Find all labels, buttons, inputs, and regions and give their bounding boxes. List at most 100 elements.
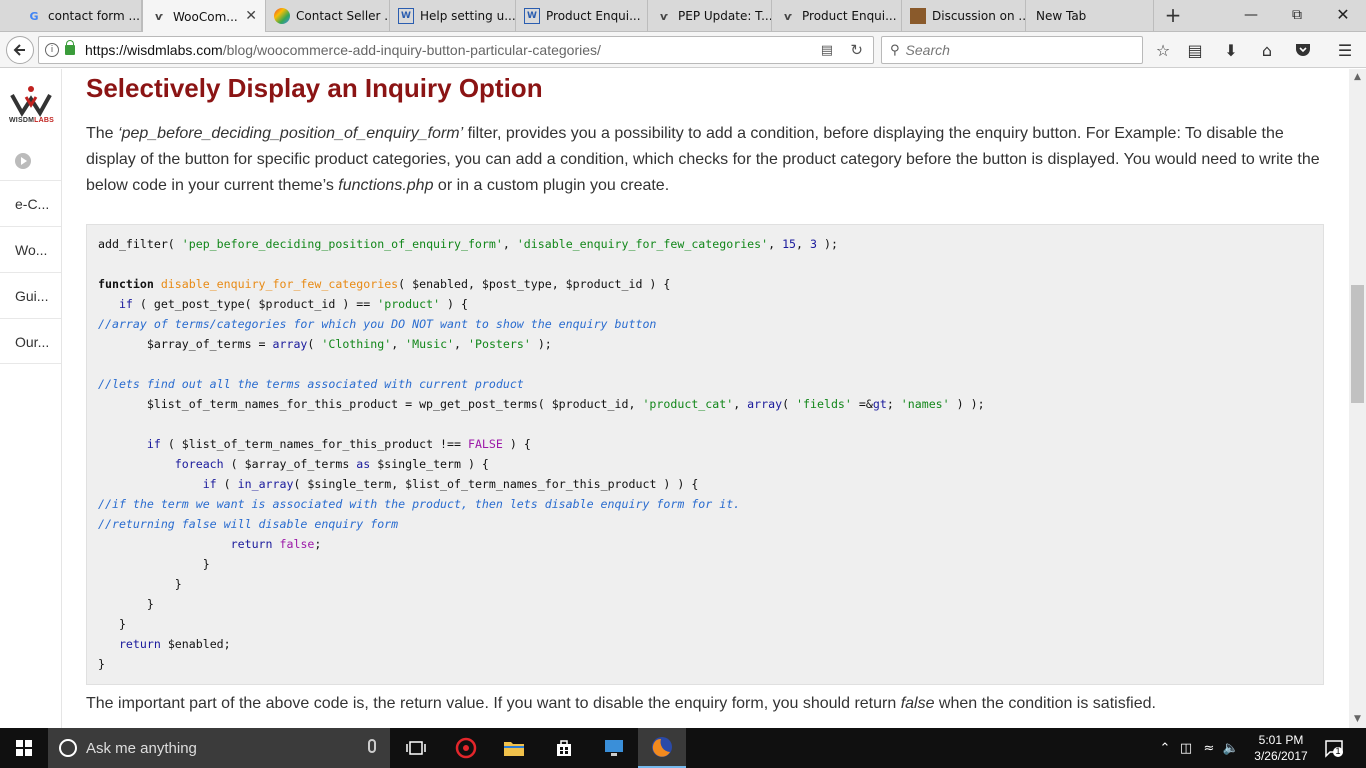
shopping-bag-icon bbox=[557, 740, 571, 756]
tab-2[interactable]: Contact Seller ... bbox=[266, 0, 390, 32]
download-icon[interactable]: ⬇ bbox=[1219, 38, 1243, 62]
tab-5[interactable]: ѵ PEP Update: T... bbox=[648, 0, 772, 32]
pocket-shape bbox=[1296, 44, 1310, 56]
sidebar-item-woocommerce[interactable]: Wo... bbox=[0, 226, 61, 272]
url-text: https://wisdmlabs.com/blog/woocommerce-a… bbox=[85, 42, 601, 58]
firefox-icon[interactable] bbox=[638, 728, 686, 768]
arrow-left-icon bbox=[13, 44, 25, 56]
tab-title: Help setting u... bbox=[420, 9, 516, 23]
tab-6[interactable]: ѵ Product Enqui... bbox=[772, 0, 902, 32]
pocket-icon[interactable] bbox=[1291, 38, 1315, 62]
bookmark-star-icon[interactable]: ☆ bbox=[1151, 38, 1175, 62]
wp-icon: W bbox=[398, 8, 414, 24]
url-host: https://wisdmlabs.com bbox=[85, 42, 223, 58]
sidebar-item-ecommerce[interactable]: e-C... bbox=[0, 180, 61, 226]
firefox-logo-icon bbox=[652, 737, 672, 757]
task-view-icon[interactable] bbox=[392, 728, 440, 768]
tab-title: Contact Seller ... bbox=[296, 9, 390, 23]
code-block: add_filter( 'pep_before_deciding_positio… bbox=[86, 224, 1324, 685]
remote-desktop-icon[interactable] bbox=[590, 728, 638, 768]
wp-icon: W bbox=[524, 8, 540, 24]
play-icon[interactable] bbox=[15, 153, 31, 169]
photo-icon bbox=[910, 8, 926, 24]
tab-title: New Tab bbox=[1036, 9, 1087, 23]
microphone-icon[interactable] bbox=[368, 739, 376, 753]
action-center-icon[interactable]: 1 bbox=[1324, 738, 1344, 758]
reader-view-icon[interactable]: ▤ bbox=[821, 43, 833, 58]
tab-7[interactable]: Discussion on ... bbox=[902, 0, 1026, 32]
code-text: add_filter( 'pep_before_deciding_positio… bbox=[98, 237, 985, 671]
tab-title: WooCom... bbox=[173, 9, 238, 24]
sidebar-item-guides[interactable]: Gui... bbox=[0, 272, 61, 318]
search-icon: ⚲ bbox=[890, 42, 900, 58]
cortana-icon bbox=[59, 739, 77, 757]
clock[interactable]: 5:01 PM 3/26/2017 bbox=[1246, 732, 1316, 764]
tab-1[interactable]: ѵ WooCom... ✕ bbox=[142, 0, 266, 33]
home-icon[interactable]: ⌂ bbox=[1255, 38, 1279, 62]
cortana-placeholder: Ask me anything bbox=[86, 739, 197, 757]
close-tab-icon[interactable]: ✕ bbox=[245, 8, 257, 24]
new-tab-button[interactable]: + bbox=[1161, 4, 1185, 28]
tab-0[interactable]: G contact form ... bbox=[18, 0, 142, 32]
tab-title: Product Enqui... bbox=[802, 9, 897, 23]
filter-name: ‘pep_before_deciding_position_of_enquiry… bbox=[118, 125, 464, 142]
logo-text: WISDMLABS bbox=[9, 117, 54, 124]
search-placeholder: Search bbox=[905, 42, 950, 58]
battery-icon[interactable]: ◫ bbox=[1174, 741, 1198, 756]
lock-icon bbox=[65, 40, 75, 55]
scrollbar-thumb[interactable] bbox=[1351, 285, 1364, 403]
tab-3[interactable]: W Help setting u... bbox=[390, 0, 516, 32]
file-explorer-icon[interactable] bbox=[490, 728, 538, 768]
multicolor-icon bbox=[274, 8, 290, 24]
restore-button[interactable]: ⧉ bbox=[1274, 0, 1320, 32]
volume-icon[interactable]: 🔈 bbox=[1220, 741, 1242, 756]
tab-4[interactable]: W Product Enqui... bbox=[516, 0, 648, 32]
system-tray: ⌃ ◫ ≈ 🔈 bbox=[1156, 728, 1242, 768]
sidebar-item-our[interactable]: Our... bbox=[0, 318, 61, 364]
search-input[interactable]: ⚲ Search bbox=[881, 36, 1143, 64]
address-bar[interactable]: i https://wisdmlabs.com/blog/woocommerce… bbox=[38, 36, 874, 64]
tab-title: Discussion on ... bbox=[932, 9, 1026, 23]
cortana-search-box[interactable]: Ask me anything bbox=[48, 728, 390, 768]
scroll-up-icon[interactable]: ▲ bbox=[1349, 69, 1366, 86]
intro-paragraph: The ‘pep_before_deciding_position_of_enq… bbox=[86, 125, 1320, 194]
explanation-paragraph: The important part of the above code is,… bbox=[86, 695, 1156, 712]
reload-icon[interactable]: ↻ bbox=[850, 41, 863, 59]
section-heading: Selectively Display an Inquiry Option bbox=[86, 73, 543, 103]
red-gear-icon bbox=[455, 737, 477, 759]
task-view-shape bbox=[406, 741, 426, 755]
url-path: /blog/woocommerce-add-inquiry-button-par… bbox=[222, 42, 601, 58]
wisdmlabs-icon: ѵ bbox=[660, 9, 668, 23]
wifi-icon[interactable]: ≈ bbox=[1198, 741, 1220, 756]
file-name: functions.php bbox=[338, 177, 434, 194]
monitor-icon bbox=[605, 740, 623, 756]
app-icon-red[interactable] bbox=[442, 728, 490, 768]
scroll-down-icon[interactable]: ▼ bbox=[1349, 711, 1366, 728]
menu-icon[interactable]: ☰ bbox=[1333, 38, 1357, 62]
tab-title: PEP Update: T... bbox=[678, 9, 772, 23]
minimize-button[interactable]: — bbox=[1228, 0, 1274, 32]
tab-8[interactable]: New Tab bbox=[1026, 0, 1154, 32]
chevron-up-icon[interactable]: ⌃ bbox=[1156, 741, 1174, 756]
clock-date: 3/26/2017 bbox=[1254, 749, 1308, 763]
windows-logo-icon bbox=[16, 740, 32, 756]
tab-bar: G contact form ... ѵ WooCom... ✕ Contact… bbox=[0, 0, 1366, 33]
back-button[interactable] bbox=[6, 36, 34, 64]
wisdmlabs-icon: ѵ bbox=[155, 10, 163, 23]
article-content: Selectively Display an Inquiry Option Th… bbox=[62, 69, 1349, 728]
store-icon[interactable] bbox=[540, 728, 588, 768]
tab-title: contact form ... bbox=[48, 9, 140, 23]
navigation-toolbar: i https://wisdmlabs.com/blog/woocommerce… bbox=[0, 32, 1366, 68]
google-icon: G bbox=[29, 9, 39, 23]
folder-icon bbox=[504, 742, 524, 756]
close-window-button[interactable]: ✕ bbox=[1320, 0, 1366, 32]
info-icon[interactable]: i bbox=[45, 43, 59, 57]
tab-title: Product Enqui... bbox=[546, 9, 641, 23]
site-sidebar: WISDMLABS e-C... Wo... Gui... Our... bbox=[0, 69, 62, 728]
start-button[interactable] bbox=[0, 728, 48, 768]
notification-count: 1 bbox=[1335, 746, 1341, 756]
windows-taskbar: Ask me anything ⌃ ◫ ≈ 🔈 5:01 PM 3/26/201… bbox=[0, 728, 1366, 768]
bookmarks-library-icon[interactable]: ▤ bbox=[1183, 38, 1207, 62]
clock-time: 5:01 PM bbox=[1258, 733, 1304, 747]
vertical-scrollbar[interactable]: ▲ ▼ bbox=[1349, 69, 1366, 728]
